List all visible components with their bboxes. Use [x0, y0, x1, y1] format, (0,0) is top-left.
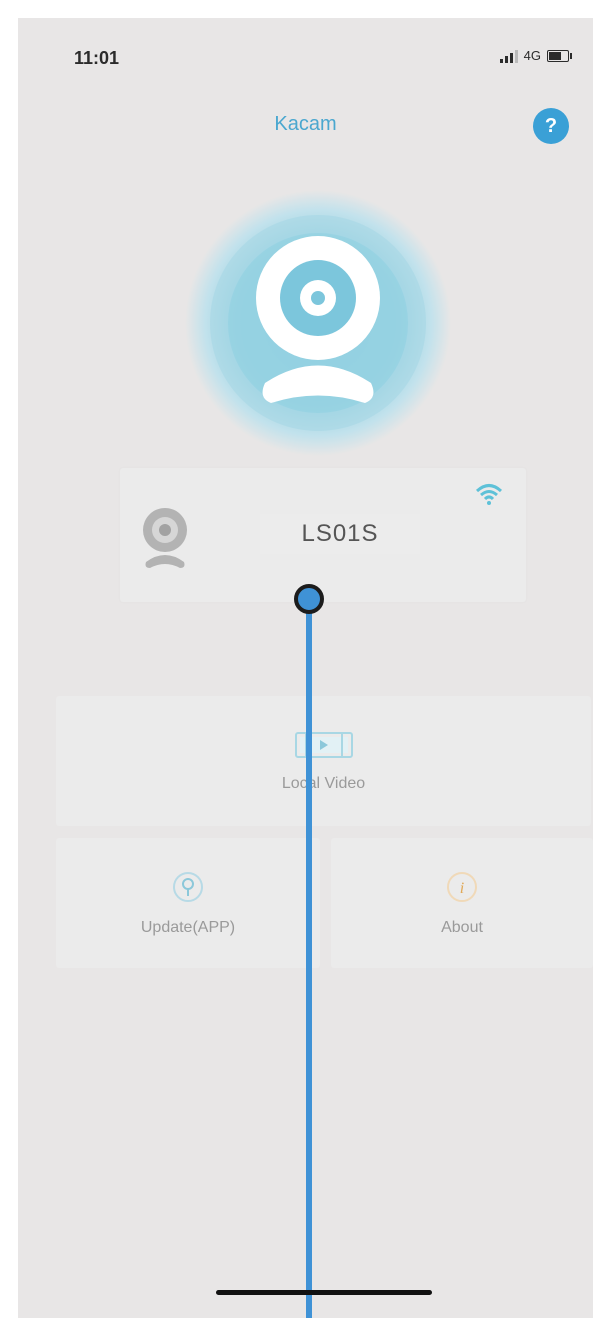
update-app-button[interactable]: Update(APP) [56, 838, 320, 968]
help-button[interactable]: ? [533, 108, 569, 144]
device-card[interactable]: LS01S [120, 468, 526, 602]
status-bar: 11:01 4G [18, 18, 593, 98]
about-label: About [441, 918, 483, 936]
page-title: Kacam [274, 113, 337, 135]
update-icon [171, 870, 205, 909]
info-icon: i [445, 870, 479, 909]
signal-icon [499, 49, 518, 63]
svg-text:i: i [460, 880, 464, 897]
battery-icon [547, 49, 572, 62]
help-icon: ? [544, 114, 558, 137]
camera-hero [183, 188, 453, 458]
home-indicator[interactable] [216, 1290, 432, 1295]
local-video-button[interactable]: Local Video [56, 696, 591, 826]
webcam-icon [185, 190, 451, 456]
wifi-icon [474, 480, 504, 515]
status-time: 11:01 [74, 48, 120, 68]
device-webcam-icon [138, 504, 192, 575]
about-button[interactable]: i About [331, 838, 593, 968]
app-screen: 11:01 4G Kacam ? LS01S Local Video Updat… [18, 18, 593, 1318]
pointer-line [306, 598, 312, 1318]
status-indicators: 4G [499, 48, 572, 63]
device-name: LS01S [260, 514, 420, 554]
network-label: 4G [523, 48, 541, 63]
pointer-dot [294, 584, 324, 614]
update-app-label: Update(APP) [140, 918, 236, 936]
video-file-icon [292, 730, 356, 765]
local-video-label: Local Video [281, 774, 366, 792]
